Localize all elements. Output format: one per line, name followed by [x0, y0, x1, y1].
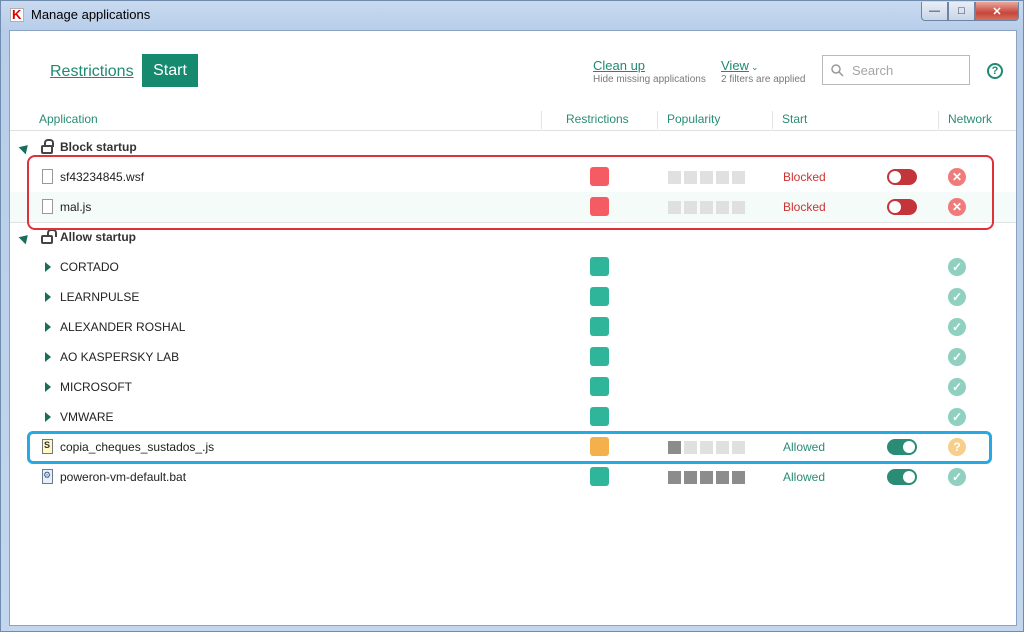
vendor-row[interactable]: CORTADO ✓ [10, 252, 1016, 282]
search-input[interactable] [850, 61, 964, 79]
window-title: Manage applications [31, 7, 151, 22]
app-name: poweron-vm-default.bat [60, 470, 187, 484]
collapse-arrow-icon[interactable] [18, 141, 32, 155]
column-divider [541, 111, 542, 129]
vendor-name: CORTADO [60, 260, 119, 274]
restriction-badge[interactable] [590, 317, 609, 336]
vendor-row[interactable]: VMWARE ✓ [10, 402, 1016, 432]
vendor-name: AO KASPERSKY LAB [60, 350, 180, 364]
restriction-badge[interactable] [590, 467, 609, 486]
network-allowed-icon[interactable]: ✓ [948, 468, 966, 486]
column-restrictions[interactable]: Restrictions [566, 112, 629, 126]
header-divider [10, 130, 1016, 131]
collapse-arrow-icon[interactable] [18, 231, 32, 245]
column-divider [938, 111, 939, 129]
cleanup-hint: Hide missing applications [593, 74, 706, 85]
batch-file-icon [42, 469, 53, 484]
restriction-badge[interactable] [590, 407, 609, 426]
group-label: Block startup [60, 140, 137, 154]
vendor-row[interactable]: MICROSOFT ✓ [10, 372, 1016, 402]
view-label: View [721, 58, 749, 73]
column-start[interactable]: Start [782, 112, 807, 126]
highlight-blocked-rows [27, 155, 994, 230]
restriction-badge[interactable] [590, 377, 609, 396]
kaspersky-logo-icon [10, 7, 24, 22]
expand-arrow-icon[interactable] [45, 382, 51, 392]
popularity-rating [668, 471, 745, 484]
restriction-badge[interactable] [590, 347, 609, 366]
expand-arrow-icon[interactable] [45, 352, 51, 362]
unlock-icon [41, 229, 57, 244]
window-controls: — □ ✕ [921, 2, 1019, 21]
expand-arrow-icon[interactable] [45, 412, 51, 422]
maximize-button[interactable]: □ [948, 2, 975, 21]
cleanup-link[interactable]: Clean up [593, 58, 645, 73]
network-allowed-icon[interactable]: ✓ [948, 348, 966, 366]
main-panel: Restrictions Start Clean up Hide missing… [9, 30, 1017, 626]
start-tab[interactable]: Start [142, 54, 198, 87]
vendor-row[interactable]: LEARNPULSE ✓ [10, 282, 1016, 312]
search-box[interactable] [822, 55, 970, 85]
network-allowed-icon[interactable]: ✓ [948, 408, 966, 426]
search-icon [831, 63, 844, 77]
vendor-name: MICROSOFT [60, 380, 132, 394]
column-network[interactable]: Network [948, 112, 992, 126]
expand-arrow-icon[interactable] [45, 292, 51, 302]
view-link[interactable]: View ⌄ [721, 58, 759, 73]
highlight-suspicious-row [27, 431, 992, 464]
group-label: Allow startup [60, 230, 137, 244]
view-hint: 2 filters are applied [721, 74, 806, 85]
network-allowed-icon[interactable]: ✓ [948, 288, 966, 306]
vendor-row[interactable]: AO KASPERSKY LAB ✓ [10, 342, 1016, 372]
column-application[interactable]: Application [39, 112, 98, 126]
column-popularity[interactable]: Popularity [667, 112, 720, 126]
restriction-badge[interactable] [590, 257, 609, 276]
close-button[interactable]: ✕ [975, 2, 1019, 21]
vendor-row[interactable]: ALEXANDER ROSHAL ✓ [10, 312, 1016, 342]
help-icon[interactable]: ? [987, 63, 1003, 79]
lock-icon [41, 139, 54, 154]
title-bar: Manage applications — □ ✕ [1, 1, 1023, 29]
restrictions-tab[interactable]: Restrictions [50, 63, 134, 81]
app-window: Manage applications — □ ✕ Restrictions S… [0, 0, 1024, 632]
start-toggle[interactable] [887, 469, 917, 485]
network-allowed-icon[interactable]: ✓ [948, 318, 966, 336]
minimize-button[interactable]: — [921, 2, 948, 21]
vendor-name: LEARNPULSE [60, 290, 140, 304]
restriction-badge[interactable] [590, 287, 609, 306]
network-allowed-icon[interactable]: ✓ [948, 378, 966, 396]
column-divider [657, 111, 658, 129]
expand-arrow-icon[interactable] [45, 262, 51, 272]
network-allowed-icon[interactable]: ✓ [948, 258, 966, 276]
expand-arrow-icon[interactable] [45, 322, 51, 332]
start-status: Allowed [783, 470, 826, 484]
chevron-down-icon: ⌄ [750, 62, 759, 72]
vendor-name: VMWARE [60, 410, 114, 424]
column-divider [772, 111, 773, 129]
table-row[interactable]: poweron-vm-default.bat Allowed ✓ [10, 462, 1016, 492]
vendor-name: ALEXANDER ROSHAL [60, 320, 186, 334]
